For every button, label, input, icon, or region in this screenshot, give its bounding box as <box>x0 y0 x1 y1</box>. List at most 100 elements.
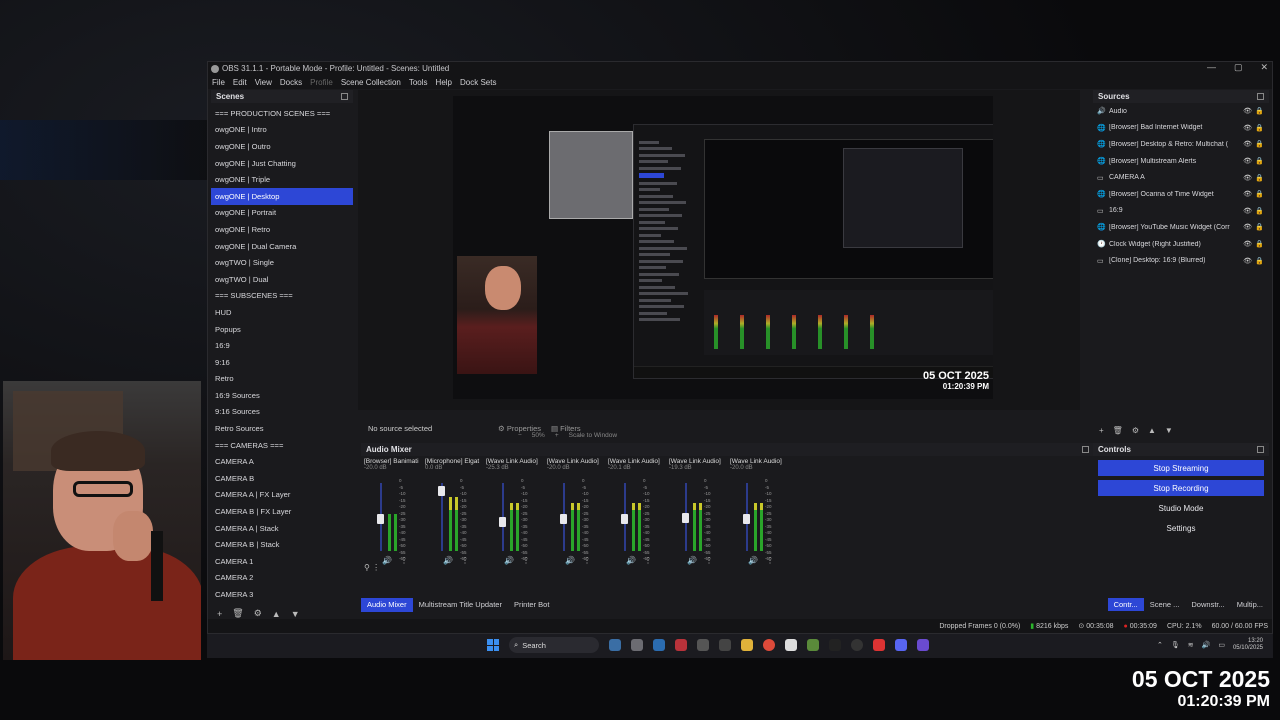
properties-button[interactable]: ⚙ Properties <box>498 424 541 433</box>
scene-item[interactable]: CAMERA A | Stack <box>211 520 353 537</box>
menu-profile[interactable]: Profile <box>310 78 333 87</box>
arrow-down-icon[interactable]: ▼ <box>291 609 300 619</box>
scene-item[interactable]: owgTWO | Single <box>211 254 353 271</box>
source-item[interactable]: 🌐 [Browser] YouTube Music Widget (Corr 👁 🔒 <box>1093 219 1269 236</box>
fader-knob[interactable] <box>743 514 750 524</box>
lock-icon[interactable]: 🔒 <box>1255 157 1264 165</box>
edge-icon[interactable] <box>609 639 621 651</box>
menu-file[interactable]: File <box>212 78 225 87</box>
scene-item[interactable]: Retro Sources <box>211 420 353 437</box>
fader-knob[interactable] <box>560 514 567 524</box>
lock-icon[interactable]: 🔒 <box>1255 124 1264 132</box>
source-item[interactable]: 🌐 [Browser] Ocarina of Time Widget 👁 🔒 <box>1093 186 1269 203</box>
wifi-icon[interactable]: ≋ <box>1188 641 1194 649</box>
stop-streaming-button[interactable]: Stop Streaming <box>1098 460 1264 476</box>
mute-icon[interactable]: 🔊 <box>748 556 758 565</box>
source-item[interactable]: 🔊 Audio 👁 🔒 <box>1093 103 1269 120</box>
visibility-icon[interactable]: 👁 <box>1243 140 1252 148</box>
lock-icon[interactable]: 🔒 <box>1255 257 1264 265</box>
minimize-button[interactable]: — <box>1207 62 1216 73</box>
stream-deck-icon[interactable] <box>917 639 929 651</box>
channel-menu-icon[interactable]: ⋮ <box>461 556 469 565</box>
volume-icon[interactable]: 🔊 <box>1202 641 1211 649</box>
lock-icon[interactable]: 🔒 <box>1255 207 1264 215</box>
scene-item[interactable]: owgONE | Outro <box>211 138 353 155</box>
minecraft-icon[interactable] <box>807 639 819 651</box>
source-item[interactable]: 🕐 Clock Widget (Right Justified) 👁 🔒 <box>1093 236 1269 253</box>
undock-icon[interactable] <box>1257 446 1264 453</box>
store-icon[interactable] <box>653 639 665 651</box>
add-icon[interactable]: + <box>217 609 222 619</box>
scene-item[interactable]: CAMERA 2 <box>211 570 353 587</box>
visibility-icon[interactable]: 👁 <box>1243 157 1252 165</box>
selected-source-frame[interactable] <box>549 131 633 219</box>
discord-icon[interactable] <box>895 639 907 651</box>
trash-icon[interactable]: 🗑 <box>232 608 243 619</box>
scene-item[interactable]: CAMERA B <box>211 470 353 487</box>
taskbar-search[interactable]: ⌕ Search <box>509 637 599 653</box>
device-icon[interactable] <box>719 639 731 651</box>
lock-icon[interactable]: 🔒 <box>1255 240 1264 248</box>
scene-item[interactable]: CAMERA 1 <box>211 553 353 570</box>
menu-help[interactable]: Help <box>436 78 452 87</box>
scene-item[interactable]: 9:16 <box>211 354 353 371</box>
menu-docks[interactable]: Docks <box>280 78 302 87</box>
dock-tab[interactable]: Contr... <box>1107 598 1144 611</box>
folder-icon[interactable] <box>741 639 753 651</box>
fader-knob[interactable] <box>438 486 445 497</box>
scene-item[interactable]: === CAMERAS === <box>211 437 353 454</box>
notepad-icon[interactable] <box>785 639 797 651</box>
gear-icon[interactable]: ⚙ <box>254 608 262 619</box>
media-icon[interactable] <box>873 639 885 651</box>
dock-tab[interactable]: Downstr... <box>1185 598 1230 611</box>
menu-edit[interactable]: Edit <box>233 78 247 87</box>
scene-item[interactable]: CAMERA A | FX Layer <box>211 487 353 504</box>
mute-icon[interactable]: 🔊 <box>382 556 392 565</box>
dock-tab[interactable]: Multip... <box>1231 598 1269 611</box>
scene-item[interactable]: CAMERA B | Stack <box>211 536 353 553</box>
fader-knob[interactable] <box>499 517 506 528</box>
terminal-icon[interactable] <box>697 639 709 651</box>
source-item[interactable]: ▭ 16:9 👁 🔒 <box>1093 203 1269 220</box>
menu-scene-collection[interactable]: Scene Collection <box>341 78 401 87</box>
menu-dock-sets[interactable]: Dock Sets <box>460 78 496 87</box>
scene-item[interactable]: Retro <box>211 371 353 388</box>
undock-icon[interactable] <box>341 93 348 100</box>
scene-item[interactable]: owgTWO | Dual <box>211 271 353 288</box>
filters-button[interactable]: ▤ Filters <box>551 424 581 433</box>
scene-item[interactable]: 16:9 <box>211 337 353 354</box>
fader-knob[interactable] <box>377 514 384 524</box>
source-item[interactable]: 🌐 [Browser] Bad Internet Widget 👁 🔒 <box>1093 120 1269 137</box>
stop-recording-button[interactable]: Stop Recording <box>1098 480 1264 496</box>
trash-icon[interactable]: 🗑 <box>1113 426 1123 435</box>
maximize-button[interactable]: ▢ <box>1234 62 1243 73</box>
scene-item[interactable]: owgONE | Intro <box>211 122 353 139</box>
add-icon[interactable]: + <box>1099 426 1104 435</box>
settings-icon[interactable] <box>631 639 643 651</box>
channel-menu-icon[interactable]: ⋮ <box>705 556 713 565</box>
scene-item[interactable]: CAMERA B | FX Layer <box>211 503 353 520</box>
menu-tools[interactable]: Tools <box>409 78 428 87</box>
scene-item[interactable]: 16:9 Sources <box>211 387 353 404</box>
channel-menu-icon[interactable]: ⋮ <box>644 556 652 565</box>
source-item[interactable]: 🌐 [Browser] Multistream Alerts 👁 🔒 <box>1093 153 1269 170</box>
obs-icon[interactable] <box>851 639 863 651</box>
scene-item[interactable]: CAMERA A <box>211 453 353 470</box>
scene-item[interactable]: Popups <box>211 321 353 338</box>
lock-icon[interactable]: 🔒 <box>1255 140 1264 148</box>
scene-item[interactable]: HUD <box>211 304 353 321</box>
dock-tab[interactable]: Scene ... <box>1144 598 1186 611</box>
fader-knob[interactable] <box>621 514 628 524</box>
scene-item[interactable]: owgONE | Desktop <box>211 187 353 205</box>
menu-view[interactable]: View <box>255 78 272 87</box>
scene-item[interactable]: owgONE | Portrait <box>211 205 353 222</box>
channel-menu-icon[interactable]: ⋮ <box>583 556 591 565</box>
dock-tab[interactable]: Printer Bot <box>508 598 555 612</box>
close-button[interactable]: ✕ <box>1260 62 1268 73</box>
settings-button[interactable]: Settings <box>1098 520 1264 536</box>
lock-icon[interactable]: 🔒 <box>1255 174 1264 182</box>
undock-icon[interactable] <box>1257 93 1264 100</box>
arrow-up-icon[interactable]: ▲ <box>272 609 281 619</box>
visibility-icon[interactable]: 👁 <box>1243 207 1252 215</box>
scene-item[interactable]: 9:16 Sources <box>211 404 353 421</box>
